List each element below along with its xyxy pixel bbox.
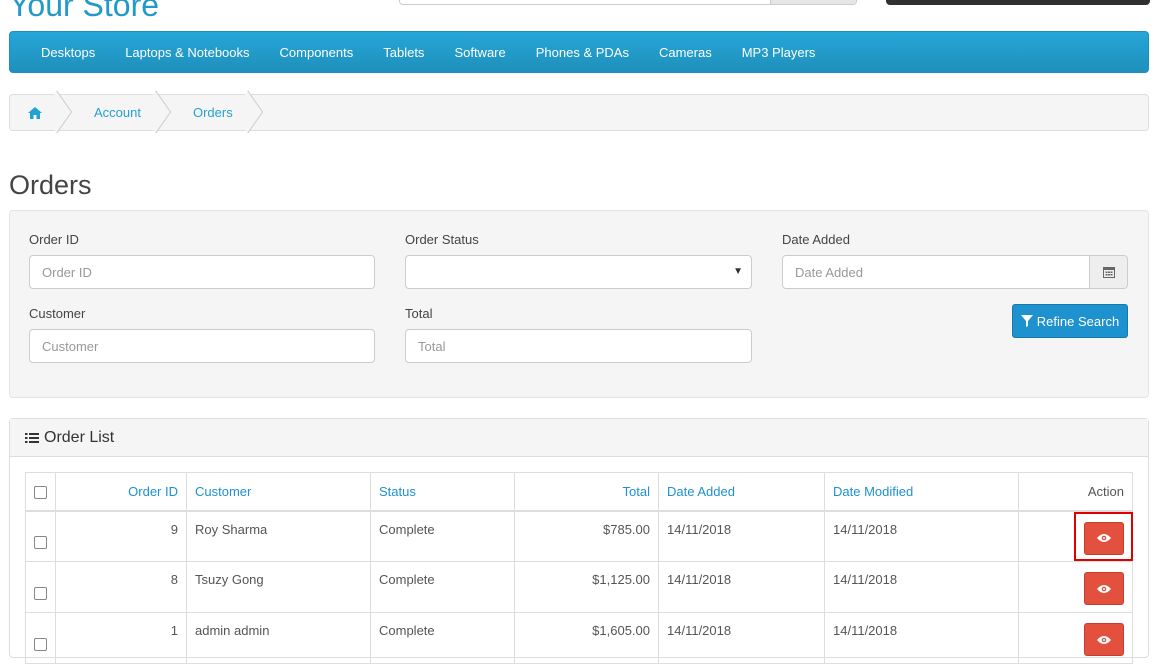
action-cell (1018, 561, 1133, 613)
date-modified-cell: 14/11/2018 (824, 510, 1019, 562)
breadcrumb-orders[interactable]: Orders (161, 95, 253, 130)
order-id-input[interactable] (29, 255, 375, 289)
date-added-input[interactable] (782, 255, 1090, 289)
menu-item-software[interactable]: Software (439, 45, 520, 60)
customer-cell: Tsuzy Gong (186, 561, 371, 613)
table-header-row: Order ID Customer Status Total Date Adde… (25, 472, 1133, 512)
row-checkbox[interactable] (34, 586, 47, 600)
col-header-date-added[interactable]: Date Added (658, 472, 825, 512)
customer-label: Customer (29, 306, 86, 321)
customer-cell: Roy Sharma (186, 510, 371, 562)
row-checkbox[interactable] (34, 535, 47, 549)
select-all-checkbox[interactable] (34, 485, 47, 499)
calendar-icon (1102, 267, 1115, 278)
action-cell (1018, 510, 1133, 562)
table-row: 9 Roy Sharma Complete $785.00 14/11/2018… (25, 510, 1133, 562)
orders-table: Order ID Customer Status Total Date Adde… (25, 472, 1133, 664)
eye-icon (1097, 534, 1111, 542)
refine-search-label: Refine Search (1036, 313, 1120, 329)
menu-item-laptops-notebooks[interactable]: Laptops & Notebooks (110, 45, 264, 60)
view-order-button[interactable] (1084, 572, 1124, 605)
refine-search-button[interactable]: Refine Search (1012, 304, 1128, 338)
status-cell: Complete (370, 510, 515, 562)
store-logo-title[interactable]: Your Store (9, 0, 159, 22)
row-checkbox[interactable] (34, 637, 47, 651)
page-title: Orders (9, 170, 92, 200)
eye-icon (1097, 584, 1111, 593)
row-select-cell (25, 561, 56, 613)
action-cell (1018, 612, 1133, 664)
calendar-button[interactable] (1089, 255, 1128, 289)
total-input[interactable] (405, 329, 752, 363)
table-row: 8 Tsuzy Gong Complete $1,125.00 14/11/20… (25, 561, 1133, 613)
view-order-button[interactable] (1084, 623, 1124, 656)
breadcrumb-orders-label: Orders (192, 105, 233, 120)
breadcrumb-account-label: Account (94, 105, 141, 120)
order-id-cell: 8 (55, 561, 187, 613)
menu-item-phones-pdas[interactable]: Phones & PDAs (521, 45, 644, 60)
total-cell: $1,125.00 (514, 561, 659, 613)
dropdown-arrow-icon: ▼ (733, 266, 743, 277)
customer-input[interactable] (29, 329, 375, 363)
total-cell: $785.00 (514, 510, 659, 562)
menu-item-mp3-players[interactable]: MP3 Players (727, 45, 831, 60)
eye-icon (1097, 635, 1111, 644)
col-header-total[interactable]: Total (514, 472, 659, 512)
col-header-order-id[interactable]: Order ID (55, 472, 187, 512)
list-icon (25, 432, 39, 443)
filter-panel (9, 210, 1149, 398)
col-header-action: Action (1018, 472, 1133, 512)
top-menu: Desktops Laptops & Notebooks Components … (9, 31, 1149, 73)
search-input[interactable] (399, 0, 857, 5)
breadcrumb: Account Orders (9, 94, 1149, 131)
menu-item-components[interactable]: Components (265, 45, 369, 60)
status-cell: Complete (370, 612, 515, 664)
row-select-cell (25, 510, 56, 562)
select-all-cell (25, 472, 56, 512)
view-order-button[interactable] (1084, 521, 1124, 555)
menu-item-tablets[interactable]: Tablets (368, 45, 439, 60)
total-cell: $1,605.00 (514, 612, 659, 664)
customer-cell: admin admin (186, 612, 371, 664)
order-status-label: Order Status (405, 232, 479, 247)
status-cell: Complete (370, 561, 515, 613)
breadcrumb-home[interactable] (10, 95, 62, 130)
table-row: 1 admin admin Complete $1,605.00 14/11/2… (25, 612, 1133, 664)
date-added-cell: 14/11/2018 (658, 612, 825, 664)
col-header-status[interactable]: Status (370, 472, 515, 512)
filter-icon (1020, 315, 1033, 327)
date-modified-cell: 14/11/2018 (824, 612, 1019, 664)
row-select-cell (25, 612, 56, 664)
menu-item-desktops[interactable]: Desktops (26, 45, 110, 60)
order-list-panel: Order List Order ID Customer Status Tota… (9, 418, 1149, 664)
breadcrumb-account[interactable]: Account (62, 95, 161, 130)
date-modified-cell: 14/11/2018 (824, 561, 1019, 613)
cart-button[interactable] (886, 0, 1150, 5)
menu-item-cameras[interactable]: Cameras (644, 45, 727, 60)
order-list-title: Order List (44, 428, 115, 446)
date-added-cell: 14/11/2018 (658, 510, 825, 562)
order-id-cell: 9 (55, 510, 187, 562)
date-added-cell: 14/11/2018 (658, 561, 825, 613)
date-added-label: Date Added (782, 232, 850, 247)
order-list-heading: Order List (10, 419, 1148, 457)
home-icon (28, 106, 42, 119)
col-header-date-modified[interactable]: Date Modified (824, 472, 1019, 512)
order-id-label: Order ID (29, 232, 79, 247)
order-status-select[interactable]: ▼ (405, 255, 752, 289)
col-header-customer[interactable]: Customer (186, 472, 371, 512)
order-id-cell: 1 (55, 612, 187, 664)
search-button[interactable] (770, 0, 856, 4)
total-label: Total (405, 306, 433, 321)
